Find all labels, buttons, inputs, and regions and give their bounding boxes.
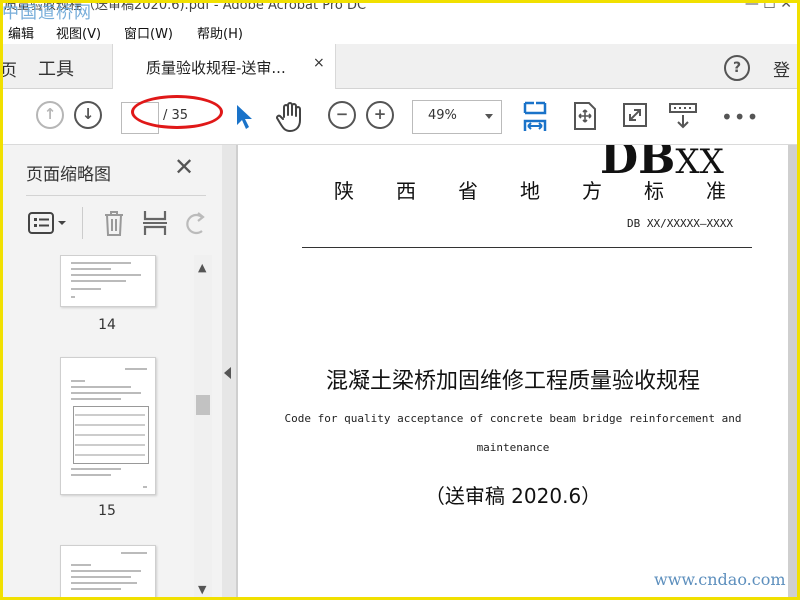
tab-document-label: 质量验收规程-送审...	[146, 59, 286, 77]
tab-bar: 页 工具 质量验收规程-送审... × ? 登	[0, 44, 800, 89]
menu-view[interactable]: 视图(V)	[56, 23, 101, 42]
rotate-page-icon[interactable]	[182, 209, 208, 237]
panel-title: 页面缩略图	[26, 165, 111, 185]
standard-char-4: 地	[520, 179, 540, 203]
document-title: 混凝土梁桥加固维修工程质量验收规程	[325, 369, 700, 394]
thumbnail-options-icon[interactable]	[28, 211, 68, 235]
chevron-down-icon	[485, 114, 493, 119]
draft-label: （送审稿 2020.6）	[424, 484, 602, 508]
fit-width-icon[interactable]	[522, 101, 548, 133]
document-page[interactable]: DBXX 陕 西 省 地 方 标 准 DB XX/XXXXX—XXXX 混凝土梁…	[238, 145, 788, 600]
menu-window[interactable]: 窗口(W)	[124, 23, 173, 42]
panel-divider	[26, 195, 206, 196]
menu-help[interactable]: 帮助(H)	[197, 23, 243, 42]
toolbar: ↑ ↓ / 35 − + 49% •••	[0, 89, 800, 145]
watermark-bottom: www.cndao.com	[654, 570, 786, 589]
thumbnail-list[interactable]: 14 15	[0, 255, 194, 600]
panel-close-icon[interactable]: ✕	[174, 153, 194, 181]
tab-home[interactable]: 页	[0, 56, 17, 81]
scroll-down-icon[interactable]: ▼	[198, 583, 206, 596]
standard-char-1: 陕	[334, 179, 354, 203]
zoom-out-icon[interactable]: −	[328, 101, 356, 129]
select-tool-icon[interactable]	[234, 103, 254, 131]
annotation-ellipse	[131, 95, 223, 129]
thumbnail-page-14[interactable]	[60, 255, 156, 307]
document-title-en-1: Code for quality acceptance of concrete …	[284, 412, 742, 425]
panel-collapse-handle[interactable]	[222, 145, 236, 600]
watermark-top: 中国道桥网	[2, 3, 92, 20]
standard-char-6: 标	[644, 179, 664, 203]
standard-code: DB XX/XXXXX—XXXX	[627, 217, 733, 230]
thumbnail-scrollbar[interactable]: ▲ ▼	[194, 255, 212, 600]
zoom-in-icon[interactable]: +	[366, 101, 394, 129]
collapse-arrow-icon	[224, 367, 231, 379]
next-page-icon[interactable]: ↓	[74, 101, 102, 129]
window-controls[interactable]: — ☐ ✕	[745, 0, 792, 12]
scrollbar-thumb[interactable]	[196, 395, 210, 415]
thumbnail-page-15[interactable]	[60, 357, 156, 495]
previous-page-icon[interactable]: ↑	[36, 101, 64, 129]
standard-char-3: 省	[458, 179, 478, 203]
toolbar-separator	[82, 207, 83, 239]
full-screen-icon[interactable]	[622, 102, 648, 128]
delete-page-icon[interactable]	[102, 209, 126, 237]
zoom-dropdown[interactable]: 49%	[412, 100, 502, 134]
document-title-en-2: maintenance	[476, 441, 550, 454]
standard-char-2: 西	[396, 179, 416, 203]
scrolling-mode-icon[interactable]	[668, 101, 698, 131]
title-bar: 质量验收规程（送审稿2020.6).pdf - Adobe Acrobat Pr…	[0, 0, 800, 20]
insert-page-icon[interactable]	[142, 209, 168, 237]
thumbnail-page-16[interactable]	[60, 545, 156, 600]
help-icon[interactable]: ?	[724, 55, 750, 81]
thumbnail-label-14: 14	[98, 317, 116, 333]
more-tools-icon[interactable]: •••	[721, 105, 759, 129]
menu-bar: 编辑 视图(V) 窗口(W) 帮助(H)	[0, 20, 800, 44]
tab-close-icon[interactable]: ×	[313, 55, 325, 71]
zoom-value: 49%	[428, 108, 457, 123]
standard-char-5: 方	[582, 179, 602, 203]
standard-char-7: 准	[706, 179, 726, 203]
tab-document[interactable]: 质量验收规程-送审... ×	[112, 44, 336, 89]
fit-page-icon[interactable]	[572, 101, 598, 131]
hand-tool-icon[interactable]	[276, 101, 306, 133]
thumbnail-label-15: 15	[98, 503, 116, 519]
sign-in-button[interactable]: 登	[773, 56, 790, 81]
tab-tools[interactable]: 工具	[38, 55, 74, 81]
scroll-up-icon[interactable]: ▲	[198, 261, 206, 274]
thumbnails-panel: 页面缩略图 ✕ 14 15 ▲ ▼	[0, 145, 223, 600]
header-rule	[302, 247, 752, 248]
menu-edit[interactable]: 编辑	[8, 23, 34, 42]
